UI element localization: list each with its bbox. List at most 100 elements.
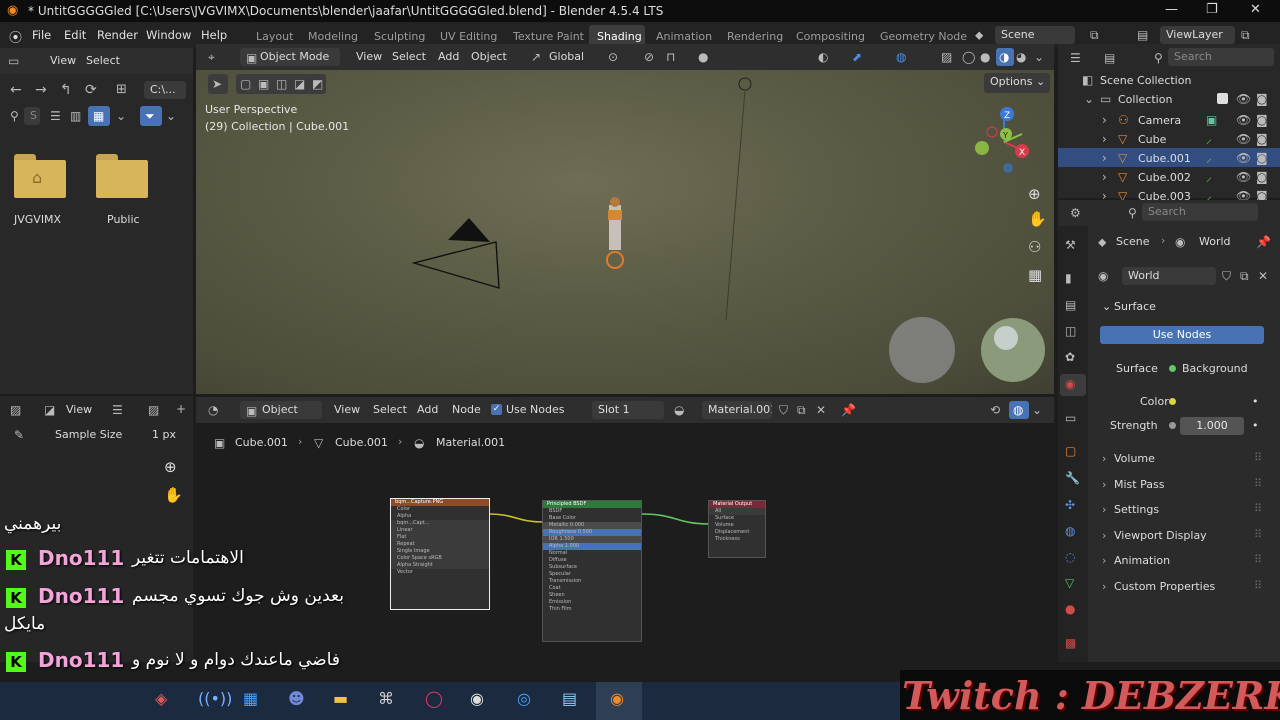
file-explorer-icon[interactable]: ▬	[333, 691, 348, 707]
outliner-item-label[interactable]: Cube.001	[1138, 152, 1191, 165]
view-layer-selector[interactable]: ViewLayer	[1160, 26, 1235, 44]
node-editor-icon[interactable]: ◔	[208, 403, 218, 417]
shading-chevron-icon[interactable]: ⌄	[1034, 50, 1044, 64]
outliner-item-label[interactable]: Cube.002	[1138, 171, 1191, 184]
drag-handle-icon[interactable]: ⠿	[1254, 528, 1262, 541]
collapsed-section[interactable]: › Viewport Display ⠿	[1094, 527, 1272, 547]
world-tab-icon[interactable]: ◉	[1065, 377, 1075, 391]
node-row[interactable]: Transmission	[543, 578, 641, 585]
node-row[interactable]: Color Space sRGB	[391, 555, 489, 562]
node-row[interactable]: Diffuse	[543, 557, 641, 564]
wireframe-shading-icon[interactable]: ◯	[962, 50, 975, 64]
folder-public[interactable]	[96, 154, 148, 198]
workspace-tab-compositing[interactable]: Compositing	[796, 30, 865, 43]
solid-shading-icon[interactable]: ●	[980, 50, 990, 64]
drag-handle-icon[interactable]: ⠿	[1254, 477, 1262, 490]
rendered-shading-icon[interactable]: ◕	[1016, 50, 1026, 64]
blender-taskbar-icon[interactable]: ◉	[610, 691, 624, 707]
file-search-input[interactable]: S	[24, 107, 40, 125]
workspace-tab-uv-editing[interactable]: UV Editing	[440, 30, 497, 43]
new-view-layer-icon[interactable]: ⧉	[1241, 28, 1250, 42]
expand-chevron-icon[interactable]: ›	[1102, 113, 1107, 127]
node-add-menu[interactable]: Add	[417, 403, 438, 416]
eye-icon[interactable]: 👁	[1236, 170, 1251, 184]
obs-icon[interactable]: ◉	[470, 691, 484, 707]
visibility-icon[interactable]: ◐	[818, 50, 828, 64]
menu-file[interactable]: File	[32, 28, 51, 42]
outliner-row[interactable]: › ▽ Cube.001 ⸝ 👁 ◙	[1058, 148, 1280, 167]
xray-icon[interactable]: ▨	[941, 50, 952, 64]
collapsed-section[interactable]: › Mist Pass ⠿	[1094, 476, 1272, 496]
keyframe-dot[interactable]: •	[1252, 395, 1259, 408]
workspace-tab-layout[interactable]: Layout	[256, 30, 293, 43]
view-layer-tab-icon[interactable]: ◫	[1065, 324, 1076, 338]
viewport-view-menu[interactable]: View	[356, 50, 382, 63]
data-icon[interactable]: ▣	[1206, 113, 1217, 127]
menu-render[interactable]: Render	[97, 28, 138, 42]
workspace-tab-modeling[interactable]: Modeling	[308, 30, 358, 43]
outliner-item-label[interactable]: Camera	[1138, 114, 1181, 127]
axis-neg-y[interactable]	[975, 141, 989, 155]
surface-section-header[interactable]: Surface	[1114, 300, 1156, 313]
close-button[interactable]: ✕	[1250, 2, 1261, 17]
scene-icon[interactable]: ⬥	[975, 28, 983, 42]
camera-render-icon[interactable]: ◙	[1256, 113, 1268, 127]
node-row[interactable]: All	[709, 508, 765, 515]
workspace-tab-geometry-nodes[interactable]: Geometry Node	[880, 30, 967, 43]
display-columns-icon[interactable]: ▥	[70, 109, 81, 123]
opera-icon[interactable]: ◯	[425, 691, 443, 707]
outliner-search-input[interactable]: Search	[1168, 48, 1274, 66]
node-row[interactable]: Coat	[543, 585, 641, 592]
world-datablock-field[interactable]: World	[1122, 267, 1216, 285]
camera-render-icon[interactable]: ◙	[1256, 170, 1268, 184]
node-row[interactable]: Thickness	[709, 536, 765, 543]
overlay-chevron-icon[interactable]: ⌄	[1032, 403, 1042, 417]
gizmo-icon[interactable]: ⬈	[852, 50, 862, 64]
unlink-icon[interactable]: ✕	[816, 403, 826, 417]
menu-edit[interactable]: Edit	[64, 28, 86, 42]
refresh-icon[interactable]: ⟳	[85, 83, 97, 97]
surface-section-chevron[interactable]: ⌄	[1102, 300, 1111, 313]
filter-chevron-icon[interactable]: ⌄	[166, 109, 176, 123]
viewport-select-menu[interactable]: Select	[392, 50, 426, 63]
sort-chevron-icon[interactable]: ⌄	[116, 109, 126, 123]
fake-user-icon[interactable]: ⛉	[1222, 269, 1231, 283]
sample-size-value[interactable]: 1 px	[152, 428, 176, 441]
outliner-row[interactable]: › ▽ Cube ⸝ 👁 ◙	[1058, 129, 1280, 148]
navigation-gizmo[interactable]: Z X Y	[966, 104, 1046, 184]
snap-target-icon[interactable]: ⊓	[666, 50, 675, 64]
transform-orientation-selector[interactable]: Global	[549, 50, 584, 63]
collapsed-section[interactable]: › Settings ⠿	[1094, 501, 1272, 521]
parent-folder-icon[interactable]: ↰	[60, 83, 72, 97]
menu-help[interactable]: Help	[201, 28, 227, 42]
physics-tab-icon[interactable]: ◍	[1065, 524, 1075, 538]
tool-tab-icon[interactable]: ⚒	[1065, 238, 1076, 252]
data-icon[interactable]: ⸝	[1206, 132, 1212, 146]
collection-label[interactable]: Collection	[1118, 93, 1172, 106]
object-tab-icon[interactable]: ▢	[1065, 444, 1076, 458]
display-mode-icon[interactable]: ▤	[1104, 51, 1115, 65]
particles-tab-icon[interactable]: ✣	[1065, 498, 1075, 512]
menu-window[interactable]: Window	[146, 28, 191, 42]
node-row[interactable]: Emission	[543, 599, 641, 606]
camera-render-icon[interactable]: ◙	[1256, 92, 1268, 106]
outliner-row[interactable]: › ⚇ Camera ▣ 👁 ◙	[1058, 110, 1280, 129]
parent-node-icon[interactable]: ⟲	[990, 403, 1000, 417]
output-tab-icon[interactable]: ▤	[1065, 298, 1076, 312]
data-icon[interactable]: ⸝	[1206, 170, 1212, 184]
node-row[interactable]: Linear	[391, 527, 489, 534]
collapsed-section[interactable]: › Custom Properties ⠿	[1094, 578, 1272, 598]
axis-neg-z[interactable]	[1003, 163, 1013, 173]
eye-icon[interactable]: 👁	[1236, 151, 1251, 165]
constraints-tab-icon[interactable]: ◌	[1065, 550, 1075, 564]
zoom-icon[interactable]: ⊕	[1028, 187, 1041, 202]
store-icon[interactable]: ▦	[243, 691, 258, 707]
node-row[interactable]: Thin Film	[543, 606, 641, 613]
surface-shader-value[interactable]: Background	[1182, 362, 1248, 375]
slot-selector[interactable]: Slot 1	[592, 401, 664, 419]
notepad-icon[interactable]: ▤	[562, 691, 577, 707]
collapsed-section[interactable]: › Animation ⠿	[1094, 552, 1272, 572]
viewport-3d[interactable]: ➤ ▢ ▣ ◫ ◪ ◩ Options ⌄ User Perspective (…	[196, 70, 1054, 394]
pan-hand-icon[interactable]: ✋	[1028, 212, 1047, 227]
expand-chevron-icon[interactable]: ›	[1102, 132, 1107, 146]
